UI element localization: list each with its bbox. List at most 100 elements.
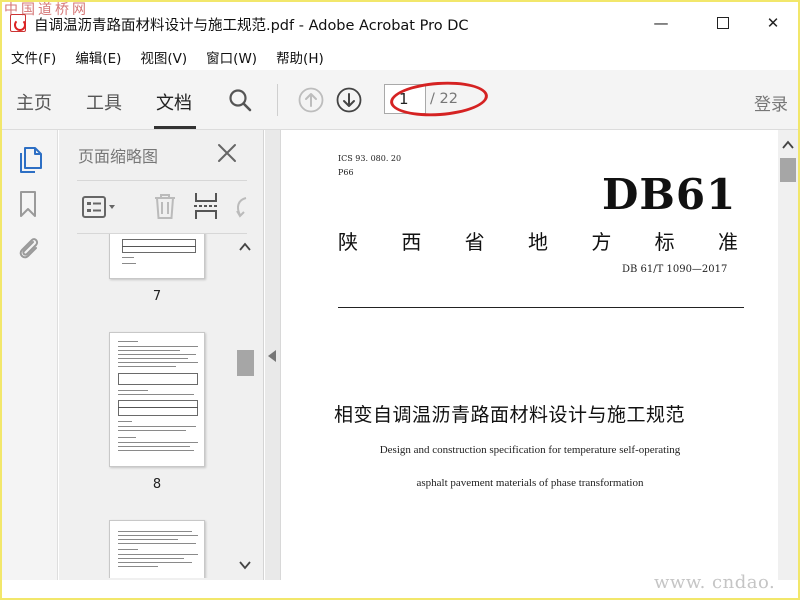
thumbnail-text-line: [118, 549, 138, 550]
thumbnail-text-line: [118, 426, 196, 427]
insert-page-icon[interactable]: [193, 191, 219, 221]
watermark-top: 中国道桥网: [4, 2, 89, 18]
thumbnail-text-line: [118, 358, 188, 359]
thumbnail-text-line: [118, 558, 184, 559]
thumbnail-text-line: [118, 421, 132, 422]
thumbnail-text-line: [118, 450, 194, 451]
maximize-icon: [717, 17, 729, 29]
tab-home[interactable]: 主页: [16, 89, 52, 115]
doc-province-char: 省: [464, 230, 485, 254]
thumbnail-list[interactable]: 7 8: [77, 234, 233, 578]
navigation-pane-strip: [2, 130, 58, 580]
thumbnail-page-label: 7: [152, 289, 162, 304]
scroll-up-icon[interactable]: [239, 242, 251, 252]
close-button[interactable]: ✕: [750, 10, 796, 36]
attachment-icon[interactable]: [14, 233, 42, 261]
collapse-arrow-icon: [268, 350, 276, 362]
close-icon[interactable]: [215, 141, 239, 165]
thumbnail-scrollbar[interactable]: [234, 234, 256, 578]
menu-help[interactable]: 帮助(H): [267, 44, 334, 68]
thumbnail-text-line: [118, 539, 178, 540]
thumbnail-page[interactable]: [109, 234, 205, 279]
thumbnail-text-line: [118, 346, 198, 347]
thumbnail-text-line: [118, 341, 138, 342]
rotate-page-icon[interactable]: [232, 193, 248, 219]
doc-category-code: P66: [338, 168, 354, 177]
thumbnail-text-line: [118, 543, 196, 544]
thumbnail-text-line: [122, 263, 136, 264]
document-scrollbar-thumb[interactable]: [780, 158, 796, 182]
bookmark-icon[interactable]: [18, 190, 38, 218]
thumbnail-text-line: [122, 257, 134, 258]
maximize-button[interactable]: [700, 10, 746, 36]
page-total: / 22: [430, 91, 458, 107]
thumbnail-page[interactable]: [109, 520, 205, 578]
thumbnail-text-line: [118, 535, 198, 536]
doc-province-char: 西: [401, 230, 422, 254]
pages-icon[interactable]: [17, 146, 43, 174]
thumbnail-text-line: [122, 246, 196, 247]
thumbnail-text-line: [118, 531, 192, 532]
next-page-icon[interactable]: [336, 87, 362, 113]
doc-title-english-line1: Design and construction specification fo…: [379, 444, 681, 456]
menu-file[interactable]: 文件(F): [2, 44, 66, 68]
doc-title-english-line2: asphalt pavement materials of phase tran…: [416, 477, 644, 489]
doc-standard-code: DB 61/T 1090—2017: [622, 264, 728, 275]
doc-province-char: 陕: [338, 230, 358, 254]
menu-view[interactable]: 视图(V): [131, 44, 197, 68]
doc-ics-code: ICS 93. 080. 20: [338, 154, 402, 163]
thumbnail-table: [118, 373, 198, 385]
delete-page-icon[interactable]: [152, 192, 178, 220]
thumbnail-page-label: 8: [152, 477, 162, 492]
page-thumbnails-panel: 页面缩略图 7 8: [59, 130, 264, 580]
doc-province-char: 准: [717, 230, 738, 254]
thumbnail-text-line: [118, 350, 180, 351]
title-bar: 自调温沥青路面材料设计与施工规范.pdf - Adobe Acrobat Pro…: [2, 2, 798, 42]
thumbnail-table: [118, 400, 198, 416]
watermark-bottom: www. cndao. com: [654, 572, 776, 598]
thumbnail-text-line: [118, 366, 176, 367]
doc-province-heading: 陕 西 省 地 方 标 准: [338, 226, 738, 255]
thumbnails-panel-title: 页面缩略图: [78, 147, 159, 166]
login-link[interactable]: 登录: [754, 90, 788, 115]
document-scrollbar[interactable]: [778, 130, 798, 580]
thumbnail-text-line: [118, 362, 198, 363]
menu-bar: 文件(F) 编辑(E) 视图(V) 窗口(W) 帮助(H): [2, 44, 798, 68]
thumbnail-text-line: [118, 430, 186, 431]
doc-province-char: 标: [654, 230, 675, 254]
tab-tools[interactable]: 工具: [86, 89, 122, 115]
scroll-up-icon[interactable]: [782, 140, 794, 150]
window-title: 自调温沥青路面材料设计与施工规范.pdf - Adobe Acrobat Pro…: [34, 18, 469, 34]
page-number-input[interactable]: [384, 84, 426, 114]
doc-province-char: 方: [591, 230, 612, 254]
document-view[interactable]: ICS 93. 080. 20 P66 DB61 陕 西 省 地 方 标 准 D…: [282, 130, 778, 580]
thumbnail-page[interactable]: [109, 332, 205, 467]
scroll-down-icon[interactable]: [239, 560, 251, 570]
thumbnails-toolbar: [77, 180, 247, 234]
toolbar-divider: [277, 84, 278, 116]
doc-standard-prefix: DB61: [602, 170, 737, 219]
thumbnail-text-line: [118, 354, 196, 355]
thumbnail-text-line: [118, 446, 190, 447]
menu-window[interactable]: 窗口(W): [197, 44, 267, 68]
tab-document[interactable]: 文档: [156, 89, 192, 115]
menu-edit[interactable]: 编辑(E): [66, 44, 131, 68]
thumbnail-text-line: [118, 562, 192, 563]
minimize-button[interactable]: —: [638, 10, 684, 36]
thumbnail-options-icon[interactable]: [81, 194, 117, 220]
active-tab-indicator: [154, 126, 196, 129]
thumbnail-text-line: [118, 554, 198, 555]
doc-title-chinese: 相变自调温沥青路面材料设计与施工规范: [334, 404, 686, 426]
previous-page-icon[interactable]: [298, 87, 324, 113]
thumbnail-text-line: [118, 390, 148, 391]
thumbnail-text-line: [118, 566, 158, 567]
thumbnail-text-line: [118, 442, 198, 443]
thumbnail-scrollbar-thumb[interactable]: [237, 350, 254, 376]
thumbnail-text-line: [118, 407, 198, 408]
search-icon[interactable]: [228, 88, 252, 112]
doc-province-char: 地: [527, 230, 548, 254]
thumbnail-text-line: [118, 437, 136, 438]
panel-collapse-handle[interactable]: [265, 130, 281, 580]
thumbnail-text-line: [118, 394, 194, 395]
doc-divider-line: [338, 307, 744, 308]
